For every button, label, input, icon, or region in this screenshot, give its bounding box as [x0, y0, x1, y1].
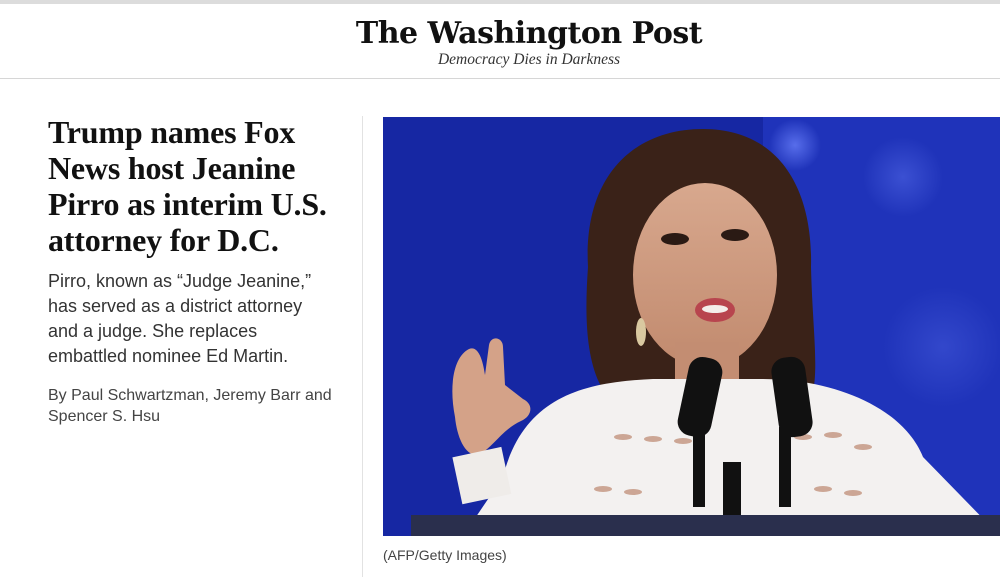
article-dek: Pirro, known as “Judge Jeanine,” has ser…	[48, 269, 348, 369]
site-logo[interactable]: The Washington Post	[0, 16, 1000, 51]
article-byline[interactable]: By Paul Schwartzman, Jeremy Barr and Spe…	[48, 385, 348, 427]
photo-caption: (AFP/Getty Images)	[383, 547, 507, 563]
byline-line: By Paul Schwartzman, Jeremy Barr and	[48, 387, 332, 404]
masthead: The Washington Post Democracy Dies in Da…	[0, 4, 1000, 79]
photo-illustration	[383, 117, 1000, 536]
article-headline[interactable]: Trump names Fox News host Jeanine Pirro …	[48, 114, 348, 258]
column-divider	[362, 116, 363, 577]
dek-line: Pirro, known as “Judge Jeanine,”	[48, 271, 312, 291]
headline-line: attorney for D.C.	[48, 222, 279, 258]
byline-line: Spencer S. Hsu	[48, 408, 161, 425]
dek-line: and a judge. She replaces	[48, 321, 258, 341]
headline-line: Pirro as interim U.S.	[48, 186, 327, 222]
headline-line: Trump names Fox	[48, 114, 296, 150]
dek-line: embattled nominee Ed Martin.	[48, 346, 289, 366]
site-tagline: Democracy Dies in Darkness	[437, 51, 621, 68]
lead-photo[interactable]	[383, 117, 1000, 536]
dek-line: has served as a district attorney	[48, 296, 303, 316]
headline-line: News host Jeanine	[48, 150, 296, 186]
